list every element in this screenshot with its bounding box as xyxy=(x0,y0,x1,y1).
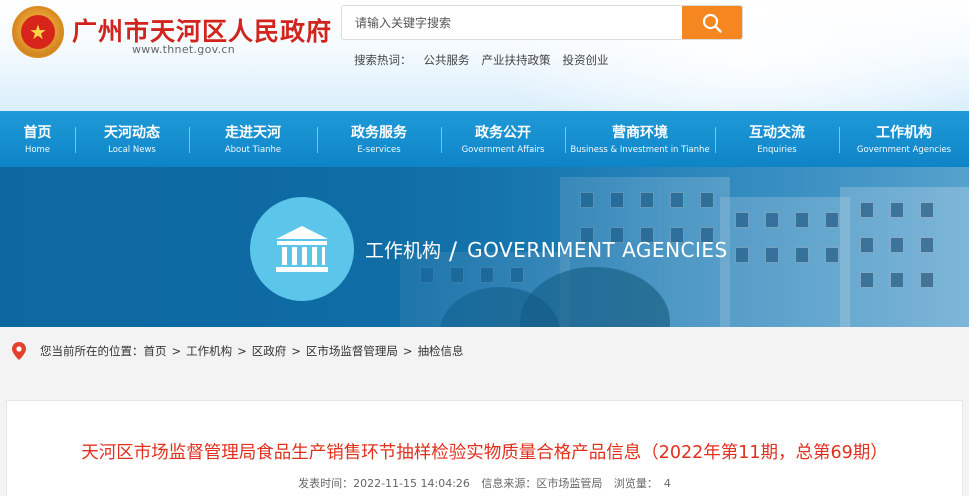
banner-title-slash: / xyxy=(449,237,458,265)
search-button[interactable] xyxy=(682,6,742,39)
article-title: 天河区市场监督管理局食品生产销售环节抽样检验实物质量合格产品信息（2022年第1… xyxy=(81,443,888,463)
article-panel: 天河区市场监督管理局食品生产销售环节抽样检验实物质量合格产品信息（2022年第1… xyxy=(6,400,963,496)
banner-title-en: GOVERNMENT AGENCIES xyxy=(467,238,728,262)
site-header: ★ 广州市天河区人民政府 www.thnet.gov.cn 搜索热词： 公共服务… xyxy=(0,0,969,111)
publish-time-value: 2022-11-15 14:04:26 xyxy=(353,477,470,490)
section-banner: 工作机构 / GOVERNMENT AGENCIES xyxy=(0,167,969,327)
nav-item-local-news[interactable]: 天河动态 Local News xyxy=(75,111,189,167)
breadcrumb-prefix: 您当前所在的位置： xyxy=(40,344,144,358)
hot-search-words: 搜索热词： 公共服务 产业扶持政策 投资创业 xyxy=(354,52,609,68)
nav-item-label: 走进天河 xyxy=(225,124,281,141)
breadcrumb-link-district-government[interactable]: 区政府 xyxy=(252,343,287,359)
breadcrumb-separator: > xyxy=(171,344,182,358)
nav-item-sublabel: About Tianhe xyxy=(224,144,282,155)
nav-item-label: 工作机构 xyxy=(876,124,932,141)
breadcrumb-link-home[interactable]: 首页 xyxy=(144,343,167,359)
nav-item-label: 互动交流 xyxy=(749,124,805,141)
info-source-label: 信息来源： xyxy=(481,477,537,490)
article-meta: 发表时间：2022-11-15 14:04:26 信息来源：区市场监管局 浏览量… xyxy=(7,475,962,491)
banner-title-zh: 工作机构 xyxy=(365,240,442,262)
breadcrumb-link-agencies[interactable]: 工作机构 xyxy=(186,343,232,359)
breadcrumb-separator: > xyxy=(237,344,247,358)
breadcrumb-link-inspection-info[interactable]: 抽检信息 xyxy=(418,343,464,359)
nav-item-government-affairs[interactable]: 政务公开 Government Affairs xyxy=(441,111,565,167)
search-input[interactable] xyxy=(342,6,682,39)
banner-title: 工作机构 / GOVERNMENT AGENCIES xyxy=(365,235,728,265)
publish-time-label: 发表时间： xyxy=(298,477,354,490)
nav-item-about-tianhe[interactable]: 走进天河 About Tianhe xyxy=(189,111,317,167)
info-source: 信息来源：区市场监管局 xyxy=(481,477,602,490)
nav-item-enquiries[interactable]: 互动交流 Enquiries xyxy=(715,111,839,167)
view-count: 浏览量： 4 xyxy=(614,477,671,490)
nav-item-sublabel: Government Affairs xyxy=(461,144,545,155)
banner-icon-circle xyxy=(250,197,354,301)
nav-item-home[interactable]: 首页 Home xyxy=(0,111,75,167)
nav-item-government-agencies[interactable]: 工作机构 Government Agencies xyxy=(839,111,969,167)
government-building-icon xyxy=(276,226,328,272)
location-pin-icon xyxy=(12,342,26,360)
breadcrumb-separator: > xyxy=(402,344,413,358)
nav-item-sublabel: Government Agencies xyxy=(856,144,952,155)
nav-item-label: 政务服务 xyxy=(351,124,407,141)
nav-item-sublabel: E-services xyxy=(357,144,401,155)
nav-item-label: 政务公开 xyxy=(475,124,531,141)
nav-item-sublabel: Home xyxy=(24,144,51,155)
nav-item-sublabel: Local News xyxy=(108,144,156,155)
breadcrumb-separator: > xyxy=(291,344,301,358)
nav-item-label: 天河动态 xyxy=(104,124,160,141)
hot-word-link[interactable]: 产业扶持政策 xyxy=(482,52,551,68)
search-icon xyxy=(702,13,722,33)
hot-word-link[interactable]: 投资创业 xyxy=(563,52,609,68)
nav-item-label: 营商环境 xyxy=(612,124,668,141)
search-bar xyxy=(341,5,743,40)
breadcrumb: 您当前所在的位置： 首页 > 工作机构 > 区政府 > 区市场监督管理局 > 抽… xyxy=(0,327,969,375)
main-nav: 首页 Home 天河动态 Local News 走进天河 About Tianh… xyxy=(0,111,969,167)
national-emblem-icon: ★ xyxy=(12,6,64,58)
nav-item-sublabel: Enquiries xyxy=(757,144,797,155)
hot-words-label: 搜索热词： xyxy=(354,53,412,67)
hot-word-link[interactable]: 公共服务 xyxy=(424,52,470,68)
info-source-value: 区市场监管局 xyxy=(536,477,603,490)
nav-item-label: 首页 xyxy=(23,124,52,141)
nav-item-sublabel: Business & Investment in Tianhe xyxy=(570,144,710,155)
view-count-value: 4 xyxy=(663,477,671,490)
view-count-label: 浏览量： xyxy=(613,477,658,490)
nav-item-business-environment[interactable]: 营商环境 Business & Investment in Tianhe xyxy=(565,111,715,167)
emblem-star-icon: ★ xyxy=(21,15,55,49)
publish-time: 发表时间：2022-11-15 14:04:26 xyxy=(298,477,470,490)
breadcrumb-link-market-supervision[interactable]: 区市场监督管理局 xyxy=(306,343,398,359)
site-url: www.thnet.gov.cn xyxy=(132,43,235,56)
nav-item-e-services[interactable]: 政务服务 E-services xyxy=(317,111,441,167)
